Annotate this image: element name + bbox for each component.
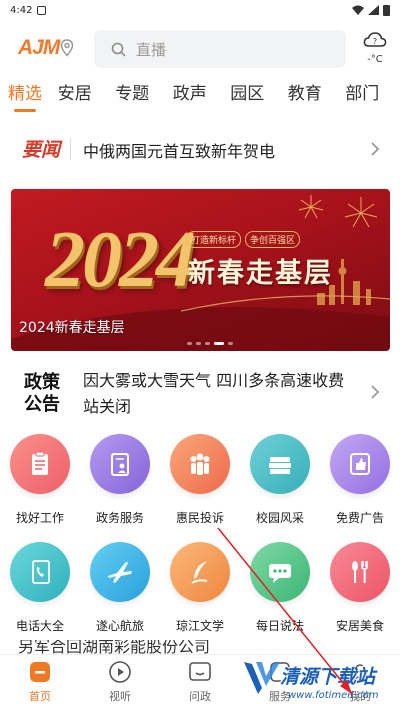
headline-news[interactable]: 要闻 中俄两国元首互致新年贺电 [0,128,400,170]
news-item-peek[interactable]: 另军合回湖南彩能股份公司 [18,640,258,654]
play-icon [107,659,133,685]
service-campus[interactable]: 校园风采 [240,432,320,540]
service-travel[interactable]: 遂心航旅 [80,540,160,648]
banner-year: 2024 [45,216,196,304]
nav-media[interactable]: 视听 [80,655,160,711]
chevron-right-icon [371,385,380,399]
service-label: 政务服务 [95,511,144,525]
policy-tag-line1: 政策 [24,372,60,393]
books-icon [250,434,310,494]
tab-topics[interactable]: 专题 [104,78,162,114]
chat-box-icon [187,659,213,685]
services-grid: 找好工作 政务服务 惠民投诉 校园风采 免费广告 电话大全 遂心航旅 琼江文学 … [0,432,400,648]
utensils-icon [330,542,390,602]
watermark-url: www.fotimeit.com [288,690,379,701]
app-logo[interactable]: AJM [18,36,60,60]
quill-icon [170,542,230,602]
document-person-icon [90,434,150,494]
service-label: 免费广告 [335,511,384,525]
airplane-icon [90,542,150,602]
carousel-dot [205,342,210,345]
headline-text: 中俄两国元首互致新年贺电 [83,142,276,161]
service-job[interactable]: 找好工作 [0,432,80,540]
svg-text:?: ? [373,37,377,46]
tab-anju[interactable]: 安居 [46,78,104,114]
banner-tagline-1: 打造新标杆 [186,231,242,248]
tab-featured[interactable]: 精选 [0,78,46,114]
chevron-right-icon [371,142,380,156]
carousel-dot [187,342,192,345]
cloud-weather-icon: ? [363,32,387,47]
tab-departments[interactable]: 部门 [334,78,392,114]
clipboard-icon [10,434,70,494]
banner-tagline: 打造新标杆 争创百强区 [186,231,301,248]
banner-main-title: 新春走基层 [188,258,333,289]
banner-tagline-2: 争创百强区 [245,231,301,248]
temperature: -°C [367,54,383,65]
policy-tag-line2: 公告 [24,394,60,415]
status-time: 4:42 [10,4,33,16]
service-label: 惠民投诉 [175,511,224,525]
carousel-dot-active [214,342,224,345]
watermark-text: 清源下载站 [280,666,376,688]
service-label: 遂心航旅 [95,619,144,633]
search-icon [111,42,126,57]
service-ads[interactable]: 免费广告 [320,432,400,540]
home-icon [27,659,53,685]
service-label: 每日说法 [255,619,304,633]
carousel-indicator [187,342,233,345]
status-bar: 4:42 [0,0,400,20]
search-bar[interactable]: 直播 [94,30,346,68]
people-icon [170,434,230,494]
banner-carousel[interactable]: 2024 打造新标杆 争创百强区 新春走基层 2024新春走基层 [11,189,390,351]
service-label: 琼江文学 [175,619,224,633]
category-tabs: 精选 安居 专题 政声 园区 教育 部门 [0,78,400,114]
notification-icon [37,5,47,15]
service-literature[interactable]: 琼江文学 [160,540,240,648]
service-government[interactable]: 政务服务 [80,432,160,540]
service-food[interactable]: 安居美食 [320,540,400,648]
service-complaint[interactable]: 惠民投诉 [160,432,240,540]
phone-book-icon [10,542,70,602]
carousel-dot [196,342,201,345]
chat-bubble-icon [250,542,310,602]
search-placeholder: 直播 [136,40,167,59]
carousel-dot [228,342,233,345]
headline-tag: 要闻 [22,139,61,161]
thumbs-up-icon [330,434,390,494]
nav-label: 视听 [109,690,131,703]
banner-caption: 2024新春走基层 [19,320,125,336]
weather-widget[interactable]: ? -°C [360,30,390,70]
nav-label: 问政 [189,690,211,703]
battery-icon [383,4,390,16]
watermark: 清源下载站 www.fotimeit.com [240,652,390,708]
policy-tag: 政策 公告 [20,372,64,416]
tab-park[interactable]: 园区 [219,78,277,114]
nav-home[interactable]: 首页 [0,655,80,711]
policy-text: 因大雾或大雪天气 四川多条高速收费站关闭 [83,371,345,416]
service-label: 电话大全 [15,619,64,633]
wifi-icon [352,5,364,15]
policy-notice[interactable]: 政策 公告 因大雾或大雪天气 四川多条高速收费站关闭 [0,366,400,422]
service-label: 校园风采 [255,511,304,525]
news-item-title: 另军合回湖南彩能股份公司 [18,640,211,654]
service-law[interactable]: 每日说法 [240,540,320,648]
header: AJM 直播 ? -°C [0,28,400,70]
headline-divider [70,138,71,160]
signal-icon [368,5,379,15]
service-label: 找好工作 [15,511,64,525]
watermark-logo [244,662,280,694]
tab-politics[interactable]: 政声 [161,78,219,114]
tab-education[interactable]: 教育 [276,78,334,114]
service-label: 安居美食 [335,619,384,633]
service-phonebook[interactable]: 电话大全 [0,540,80,648]
nav-inquiry[interactable]: 问政 [160,655,240,711]
nav-label: 首页 [29,690,51,703]
location-pin-icon[interactable] [60,39,74,57]
